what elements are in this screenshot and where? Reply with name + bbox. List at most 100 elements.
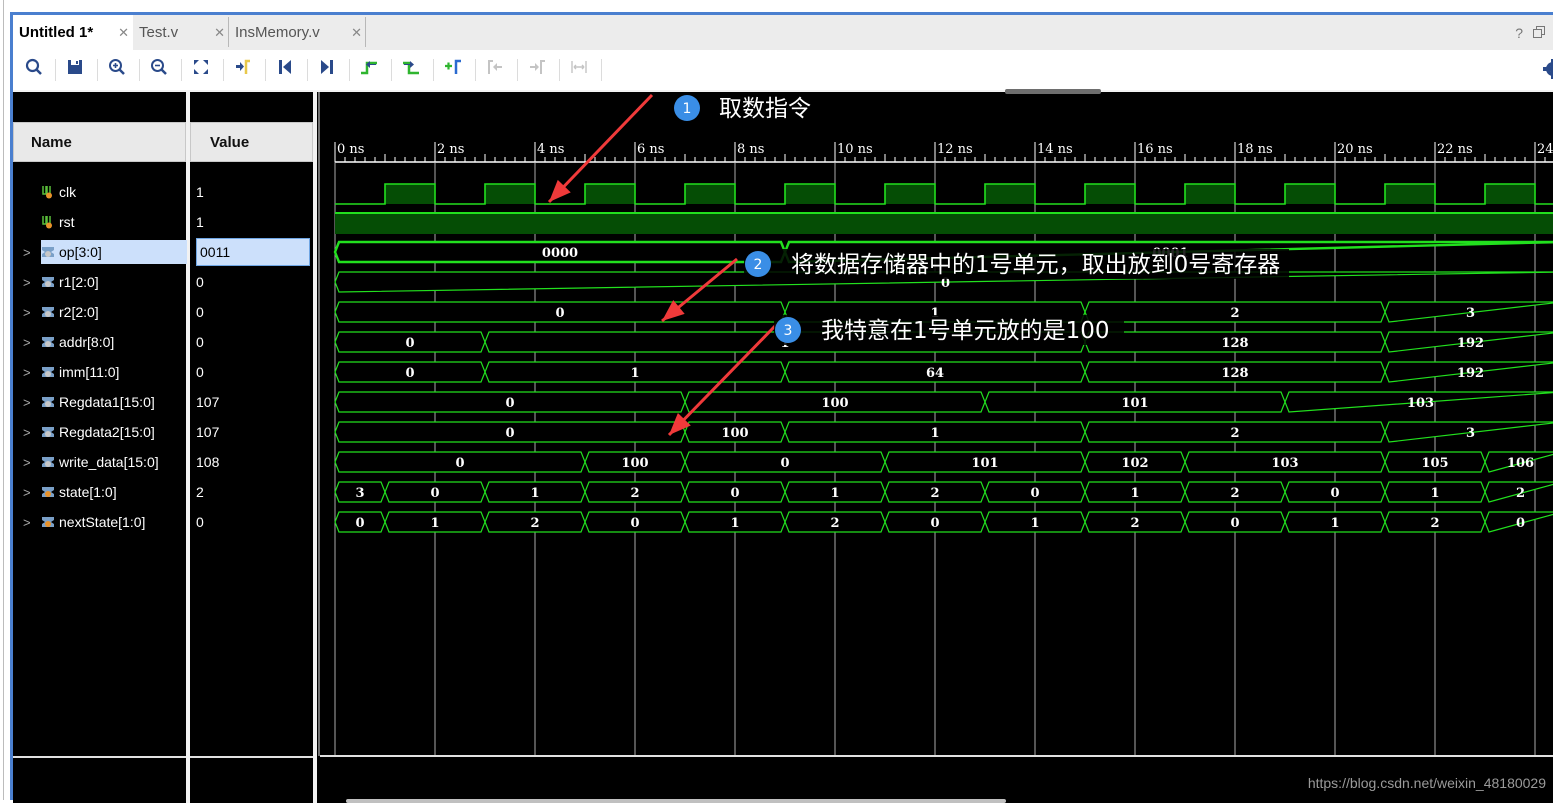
watermark: https://blog.csdn.net/weixin_48180029	[1307, 775, 1546, 791]
tab-label: InsMemory.v	[235, 24, 320, 41]
expand-chevron-icon[interactable]: >	[23, 485, 33, 500]
clk-high-pulse	[1185, 184, 1235, 204]
logic-signal-icon	[41, 185, 55, 199]
swap-cursors-button[interactable]	[565, 56, 593, 82]
annotation-1-number: 1	[683, 101, 692, 117]
bus-signal-icon	[41, 395, 55, 409]
next-transition-button[interactable]	[397, 56, 425, 82]
signal-row[interactable]: > Regdata1[15:0]	[13, 387, 186, 417]
tab-untitled-1[interactable]: Untitled 1* ✕	[13, 15, 133, 50]
waveform-pane[interactable]: 0 ns 2 ns 4 ns 6 ns 8 ns 10 ns 12 ns 14 ns 16 ns…	[317, 89, 1553, 803]
expand-chevron-icon[interactable]: >	[23, 245, 33, 260]
signal-value: 0	[196, 364, 204, 380]
expand-chevron-icon[interactable]: >	[23, 365, 33, 380]
search-button[interactable]	[20, 56, 48, 82]
signal-row[interactable]: > write_data[15:0]	[13, 447, 186, 477]
outer-frame	[0, 0, 10, 800]
clk-high-pulse	[585, 184, 635, 204]
go-to-cursor-button[interactable]	[229, 56, 257, 82]
add-marker-button[interactable]	[439, 56, 467, 82]
bus-value-label: 0	[930, 516, 939, 531]
save-button[interactable]	[61, 56, 89, 82]
bus-value-label: 101	[971, 456, 998, 471]
next-marker-button[interactable]	[523, 56, 551, 82]
close-icon[interactable]: ✕	[351, 25, 362, 41]
close-icon[interactable]: ✕	[214, 25, 225, 41]
signal-row[interactable]: > addr[8:0]	[13, 327, 186, 357]
signal-row[interactable]: clk	[13, 177, 186, 207]
signal-row[interactable]: > imm[11:0]	[13, 357, 186, 387]
signal-row[interactable]: > r1[2:0]	[13, 267, 186, 297]
signal-name: Regdata1[15:0]	[59, 394, 155, 410]
zoom-in-button[interactable]	[103, 56, 131, 82]
clk-high-pulse	[485, 184, 535, 204]
bus-signal-icon	[41, 245, 55, 259]
help-icon[interactable]: ?	[1515, 25, 1523, 41]
zoom-fit-button[interactable]	[187, 56, 215, 82]
bus-value-label: 0	[505, 426, 514, 441]
go-to-start-button[interactable]	[271, 56, 299, 82]
annotation-2-text: 将数据存储器中的1号单元，取出放到0号寄存器	[791, 252, 1280, 278]
bus-value-label: 192	[1457, 336, 1484, 351]
time-tick-label: 10 ns	[837, 142, 873, 157]
previous-marker-button[interactable]	[481, 56, 509, 82]
expand-chevron-icon[interactable]: >	[23, 305, 33, 320]
bus-value-label: 0	[455, 456, 464, 471]
signal-row[interactable]: > state[1:0]	[13, 477, 186, 507]
signal-name: rst	[59, 214, 75, 230]
expand-chevron-icon[interactable]: >	[23, 425, 33, 440]
zoom-out-icon	[150, 58, 168, 81]
expand-chevron-icon[interactable]: >	[23, 515, 33, 530]
bus-value-label: 0	[355, 516, 364, 531]
bus-value-label: 1	[630, 366, 639, 381]
zoom-fit-icon	[193, 59, 209, 80]
signal-value: 1	[196, 184, 204, 200]
bus-value-label: 2	[930, 486, 939, 501]
bus-value-label: 1	[730, 516, 739, 531]
signal-name: nextState[1:0]	[59, 514, 146, 530]
bus-value-label: 2	[1230, 426, 1239, 441]
bus-value-label: 128	[1221, 336, 1248, 351]
expand-chevron-icon[interactable]: >	[23, 335, 33, 350]
settings-button[interactable]	[1543, 58, 1553, 80]
time-tick-label: 4 ns	[537, 142, 564, 157]
signal-value: 0	[196, 514, 204, 530]
tab-test-v[interactable]: Test.v ✕	[133, 15, 229, 50]
bus-value-label: 0	[1330, 486, 1339, 501]
clk-high-pulse	[1385, 184, 1435, 204]
close-icon[interactable]: ✕	[118, 25, 129, 41]
signal-value: 107	[196, 424, 220, 440]
signal-value: 0	[196, 304, 204, 320]
signal-value: 1	[196, 214, 204, 230]
bus-value-label: 1	[1130, 486, 1139, 501]
go-to-cursor-icon	[234, 59, 252, 80]
bus-signal-icon	[41, 335, 55, 349]
go-to-end-button[interactable]	[313, 56, 341, 82]
signal-row[interactable]: rst	[13, 207, 186, 237]
restore-icon[interactable]	[1533, 25, 1545, 41]
signal-value: 2	[196, 484, 204, 500]
bus-value-label: 1	[1030, 516, 1039, 531]
name-column-header[interactable]: Name	[13, 122, 186, 162]
value-column-header[interactable]: Value	[190, 122, 313, 162]
signal-name: r1[2:0]	[59, 274, 99, 290]
signal-row[interactable]: > Regdata2[15:0]	[13, 417, 186, 447]
signal-row[interactable]: > op[3:0]	[13, 237, 187, 267]
bus-value-label: 0	[630, 516, 639, 531]
signal-row[interactable]: > nextState[1:0]	[13, 507, 186, 537]
annotation-3-number: 3	[784, 323, 793, 339]
previous-transition-button[interactable]	[355, 56, 383, 82]
signal-row[interactable]: > r2[2:0]	[13, 297, 186, 327]
go-to-start-icon	[277, 59, 293, 80]
tab-insmemory-v[interactable]: InsMemory.v ✕	[229, 15, 366, 50]
time-tick-label: 18 ns	[1237, 142, 1273, 157]
bus-value-label: 2	[1430, 516, 1439, 531]
expand-chevron-icon[interactable]: >	[23, 395, 33, 410]
next-transition-icon	[402, 59, 420, 80]
zoom-out-button[interactable]	[145, 56, 173, 82]
bus-value-label: 102	[1121, 456, 1148, 471]
bus-value-label: 3	[1466, 306, 1475, 321]
bus-value-label: 2	[530, 516, 539, 531]
expand-chevron-icon[interactable]: >	[23, 455, 33, 470]
expand-chevron-icon[interactable]: >	[23, 275, 33, 290]
